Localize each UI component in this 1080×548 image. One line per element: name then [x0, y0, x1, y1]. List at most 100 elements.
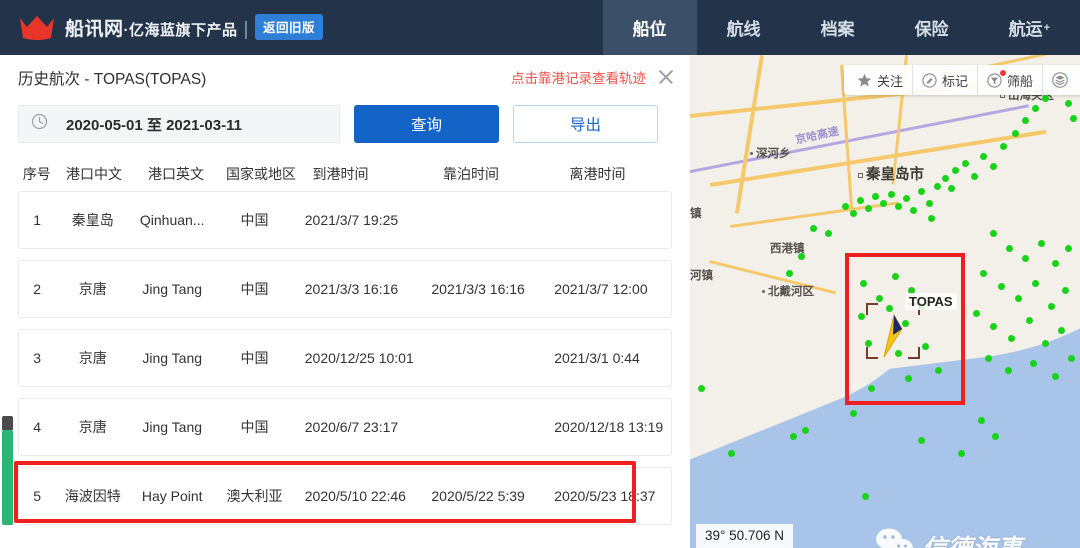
cell-country: 中国	[240, 419, 269, 435]
cell-berth: 2020/5/22 5:39	[431, 488, 525, 504]
nav-tab-chuanwei[interactable]: 船位	[602, 0, 697, 55]
track-hint-text: 点击靠港记录查看轨迹	[511, 71, 646, 86]
star-icon	[857, 73, 872, 88]
cell-port-cn: 海波因特	[64, 488, 121, 504]
query-controls: 2020-05-01 至 2021-03-11 查询 导出	[0, 97, 690, 143]
map-label-qinhuangdao: 秦皇岛市	[858, 163, 924, 184]
column-header-port-en: 港口英文	[148, 166, 205, 182]
column-header-arrival: 到港时间	[312, 166, 369, 182]
panel-header: 历史航次 - TOPAS(TOPAS) 点击靠港记录查看轨迹	[0, 55, 690, 97]
cell-index: 3	[33, 350, 42, 366]
brand-sub-text: ·亿海蓝旗下产品	[123, 22, 238, 39]
clock-icon	[31, 113, 48, 135]
map-tool-mark[interactable]: 标记	[911, 65, 977, 95]
map-tool-layers[interactable]	[1042, 65, 1080, 95]
cell-arrival: 2021/3/3 16:16	[304, 281, 399, 297]
cell-departure: 2020/5/23 18:37	[554, 488, 656, 504]
cell-country: 中国	[240, 212, 269, 228]
app-root: 船讯网·亿海蓝旗下产品 | 返回旧版 船位 航线 档案 保险 航运 + 历史航次 - …	[0, 0, 1080, 548]
column-header-berth: 靠泊时间	[442, 166, 499, 182]
cell-departure: 2020/12/18 13:19	[554, 419, 664, 435]
cell-country: 中国	[240, 281, 269, 297]
cell-index: 5	[33, 488, 42, 504]
cell-index: 2	[33, 281, 42, 297]
cell-port-en: Qinhuan...	[139, 212, 205, 228]
cell-arrival: 2020/5/10 22:46	[304, 488, 406, 504]
column-header-index: 序号	[22, 166, 51, 182]
map-label-text: 深河乡	[756, 148, 791, 160]
table-row[interactable]: 2 京唐 Jing Tang 中国 2021/3/3 16:16 2021/3/…	[18, 260, 672, 318]
date-range-input[interactable]: 2020-05-01 至 2021-03-11	[18, 105, 340, 143]
table-row[interactable]: 4 京唐 Jing Tang 中国 2020/6/7 23:17 2020/12…	[18, 398, 672, 456]
nav-tab-dangan[interactable]: 档案	[791, 0, 885, 55]
cell-departure: 2021/3/1 0:44	[554, 350, 640, 366]
cell-arrival: 2020/6/7 23:17	[304, 419, 399, 435]
query-button[interactable]: 查询	[354, 105, 499, 143]
cell-departure: 2021/3/7 12:00	[554, 281, 648, 297]
map-tool-label: 标记	[941, 73, 968, 89]
target-bracket-icon	[908, 347, 920, 359]
cell-index: 1	[33, 212, 42, 228]
map-tool-label: 关注	[876, 73, 903, 89]
map-tool-filter[interactable]: 筛船	[976, 65, 1042, 95]
map-tool-follow[interactable]: 关注	[848, 65, 912, 95]
map-label-text: 河镇	[690, 270, 713, 282]
vessel-name-label: TOPAS	[905, 293, 957, 310]
table-row[interactable]: 3 京唐 Jing Tang 中国 2020/12/25 10:01 2021/…	[18, 329, 672, 387]
coordinate-readout: 39° 50.706 N	[696, 524, 793, 548]
map-label-hezhen: 河镇	[690, 267, 713, 283]
cell-port-en: Hay Point	[141, 488, 203, 504]
voyage-table-body: 1 秦皇岛 Qinhuan... 中国 2021/3/7 19:25 2 京唐 …	[0, 191, 690, 525]
plus-icon: +	[1043, 21, 1050, 34]
filter-badge-dot	[999, 70, 1006, 76]
wechat-watermark: 信德海事	[875, 527, 1022, 548]
topas-vessel-marker-icon[interactable]	[880, 313, 906, 366]
close-icon[interactable]	[656, 67, 676, 87]
brand-separator: |	[243, 19, 249, 40]
nav-tab-baoxian[interactable]: 保险	[885, 0, 979, 55]
brand-block[interactable]: 船讯网·亿海蓝旗下产品 | 返回旧版	[0, 14, 323, 41]
nav-tab-label: 船位	[632, 20, 667, 39]
cell-port-en: Jing Tang	[142, 350, 203, 366]
cell-port-cn: 秦皇岛	[71, 212, 114, 228]
nav-tab-label: 航运	[1008, 20, 1043, 39]
nav-tab-hangyun[interactable]: 航运 +	[979, 0, 1080, 55]
map-label-shenhexiang: 深河乡	[750, 145, 791, 161]
map-label-beidaihe: 北戴河区	[762, 283, 814, 299]
cell-port-cn: 京唐	[78, 281, 107, 297]
date-range-value: 2020-05-01 至 2021-03-11	[66, 116, 242, 134]
map-label-text: 北戴河区	[768, 286, 814, 298]
export-button[interactable]: 导出	[513, 105, 658, 143]
cell-port-cn: 京唐	[78, 419, 107, 435]
map-view[interactable]: 深河乡 西港镇 秦皇岛市 北戴河区 山海关区 河镇 镇 京哈高速 TOPAS 关…	[690, 55, 1080, 548]
brand-name: 船讯网·亿海蓝旗下产品 | 返回旧版	[65, 14, 323, 41]
map-label-zhen: 镇	[690, 205, 702, 221]
top-header-bar: 船讯网·亿海蓝旗下产品 | 返回旧版 船位 航线 档案 保险 航运 +	[0, 0, 1080, 55]
nav-tab-hangxian[interactable]: 航线	[697, 0, 791, 55]
wechat-icon	[875, 527, 915, 548]
map-label-text: 秦皇岛市	[866, 167, 924, 183]
nav-tab-label: 保险	[914, 20, 949, 39]
cell-port-cn: 京唐	[78, 350, 107, 366]
nav-tab-label: 航线	[726, 20, 761, 39]
map-toolbar: 关注 标记 筛船	[843, 65, 1080, 95]
column-header-country: 国家或地区	[226, 166, 296, 182]
main-nav-tabs: 船位 航线 档案 保险 航运 +	[602, 0, 1080, 55]
old-version-button[interactable]: 返回旧版	[254, 14, 323, 40]
brand-main-text: 船讯网	[65, 19, 124, 40]
table-row[interactable]: 5 海波因特 Hay Point 澳大利亚 2020/5/10 22:46 20…	[18, 467, 672, 525]
crown-boat-logo-icon	[18, 15, 56, 41]
table-row[interactable]: 1 秦皇岛 Qinhuan... 中国 2021/3/7 19:25	[18, 191, 672, 249]
map-tool-label: 筛船	[1006, 73, 1033, 89]
table-header-row: 序号 港口中文 港口英文 国家或地区 到港时间 靠泊时间 离港时间	[0, 157, 690, 191]
cell-country: 中国	[240, 350, 269, 366]
history-voyage-panel: 历史航次 - TOPAS(TOPAS) 点击靠港记录查看轨迹 2020-05-0…	[0, 55, 690, 548]
vertical-scrollbar[interactable]	[2, 416, 13, 525]
cell-country: 澳大利亚	[226, 488, 283, 504]
panel-header-actions: 点击靠港记录查看轨迹	[511, 67, 676, 87]
cell-berth: 2021/3/3 16:16	[431, 281, 525, 297]
cell-arrival: 2021/3/7 19:25	[304, 212, 399, 228]
tag-icon	[922, 72, 937, 88]
column-header-departure: 离港时间	[569, 166, 626, 182]
layers-icon	[1052, 72, 1068, 88]
